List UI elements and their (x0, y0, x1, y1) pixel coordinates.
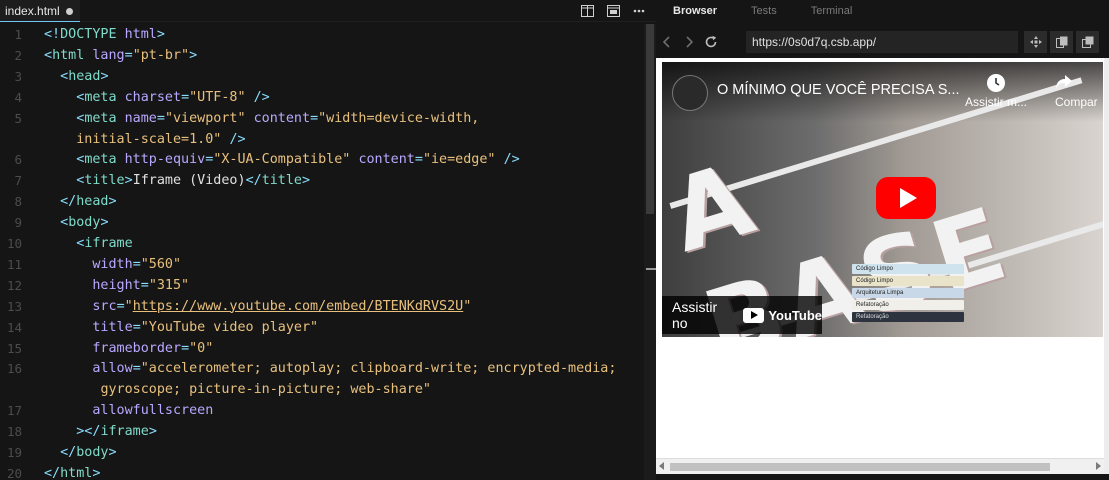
line-number: 13 (6, 298, 22, 314)
code-text[interactable]: title="YouTube video player" (44, 317, 318, 338)
code-text[interactable]: <head> (44, 66, 108, 87)
line-number: 17 (6, 403, 22, 419)
tab-tests[interactable]: Tests (734, 5, 794, 17)
pane-splitter-handle[interactable] (646, 268, 656, 270)
youtube-iframe[interactable]: A BASE Código Limpo Código Limpo Arquitetu… (662, 62, 1103, 337)
line-number: 19 (6, 445, 22, 460)
arrow-right-icon[interactable] (678, 31, 700, 53)
line-number: 16 (6, 361, 22, 377)
editor-actions (580, 0, 646, 22)
code-text[interactable]: <iframe (44, 233, 132, 254)
code-text[interactable]: ></iframe> (44, 421, 157, 442)
code-text[interactable]: <meta charset="UTF-8" /> (44, 87, 270, 108)
line-number: 5 (14, 110, 22, 126)
line-number: 15 (6, 340, 22, 356)
line-number: 12 (6, 277, 22, 293)
line-number: 7 (14, 173, 22, 189)
open-preview-icon[interactable] (606, 4, 620, 18)
book-spine: Código Limpo (852, 276, 964, 286)
split-editor-icon[interactable] (580, 4, 594, 18)
video-title[interactable]: O MÍNIMO QUE VOCÊ PRECISA S... (717, 82, 960, 98)
clock-icon (987, 74, 1005, 92)
code-text[interactable]: src="https://www.youtube.com/embed/BTENK… (44, 296, 471, 317)
viewport-horizontal-scrollbar[interactable] (656, 458, 1104, 474)
browser-viewport: A BASE Código Limpo Código Limpo Arquitetu… (656, 58, 1104, 458)
book-spine: Arquitetura Limpa (852, 288, 964, 298)
line-number: 14 (6, 319, 22, 335)
watch-later-button[interactable]: Assistir m... (964, 74, 1028, 109)
line-number: 20 (6, 465, 22, 480)
more-actions-icon[interactable] (632, 4, 646, 18)
code-text[interactable]: <html lang="pt-br"> (44, 45, 197, 66)
watch-on-youtube-button[interactable]: Assistir no YouTube (662, 296, 822, 334)
scroll-left-icon[interactable] (659, 462, 664, 470)
editor-scroll-thumb[interactable] (646, 24, 654, 214)
code-text[interactable]: <!DOCTYPE html> (44, 24, 165, 45)
line-number: 8 (14, 194, 22, 210)
code-text[interactable]: </html> (44, 463, 100, 480)
share-button[interactable]: Compar (1055, 74, 1098, 109)
tab-terminal[interactable]: Terminal (794, 5, 870, 17)
unsaved-dot-icon[interactable] (66, 8, 73, 15)
line-number: 11 (6, 256, 22, 272)
code-text[interactable]: height="315" (44, 275, 189, 296)
code-text[interactable]: <title>Iframe (Video)</title> (44, 170, 310, 191)
book-spine: Código Limpo (852, 264, 964, 274)
line-number: 2 (14, 47, 22, 63)
code-text[interactable]: </body> (44, 442, 116, 463)
youtube-logo-icon (742, 307, 765, 323)
code-text[interactable]: initial-scale=1.0" /> (44, 129, 245, 150)
book-spine: Refatoração (852, 300, 964, 310)
book-stack: Código Limpo Código Limpo Arquitetura Limp… (852, 262, 964, 332)
line-number: 10 (6, 236, 22, 251)
line-number: 1 (14, 27, 22, 42)
code-text[interactable]: allowfullscreen (44, 400, 213, 421)
code-text[interactable]: allow="accelerometer; autoplay; clipboar… (44, 358, 616, 379)
horizontal-scroll-thumb[interactable] (670, 463, 1050, 471)
share-icon (1055, 74, 1098, 95)
line-number: 9 (14, 215, 22, 231)
viewport-vertical-scrollbar[interactable] (1104, 58, 1109, 474)
line-number: 6 (14, 152, 22, 168)
book-spine: Refatoração (852, 312, 964, 322)
preview-tabs: Browser Tests Terminal (656, 0, 1109, 22)
line-number: 4 (14, 89, 22, 105)
code-text[interactable]: width="560" (44, 254, 181, 275)
reload-icon[interactable] (700, 31, 722, 53)
tab-browser[interactable]: Browser (656, 5, 734, 17)
youtube-wordmark: YouTube (768, 307, 822, 323)
watch-later-label: Assistir m... (965, 95, 1027, 109)
code-editor: index.html 1 <!DOCTYPE html> 2 <html lang="… (0, 0, 656, 480)
code-text[interactable]: gyroscope; picture-in-picture; web-share… (44, 379, 431, 400)
split-view-icon[interactable] (1050, 31, 1073, 53)
line-number: 3 (14, 68, 22, 84)
channel-avatar[interactable] (672, 75, 708, 111)
code-text[interactable]: <meta http-equiv="X-UA-Compatible" conte… (44, 149, 519, 170)
browser-action-icons (1024, 31, 1099, 53)
watch-on-label: Assistir no (672, 299, 718, 331)
move-icon[interactable] (1024, 31, 1047, 53)
play-button[interactable] (876, 177, 936, 219)
editor-tab-bar: index.html (0, 0, 656, 22)
scroll-right-icon[interactable] (1096, 462, 1101, 470)
share-label: Compar (1055, 95, 1098, 109)
editor-vertical-scrollbar[interactable] (644, 24, 656, 480)
open-new-window-icon[interactable] (1076, 31, 1099, 53)
tab-filename: index.html (5, 3, 60, 18)
code-area[interactable]: 1 <!DOCTYPE html> 2 <html lang="pt-br"> 3 <h… (0, 24, 644, 480)
browser-nav-bar: https://0s0d7q.csb.app/ (656, 31, 1109, 53)
line-number: 18 (6, 424, 22, 440)
code-text[interactable]: <body> (44, 212, 108, 233)
code-text[interactable]: <meta name="viewport" content="width=dev… (44, 108, 479, 129)
play-icon (899, 188, 917, 208)
arrow-left-icon[interactable] (656, 31, 678, 53)
preview-pane: Browser Tests Terminal https://0s0d7q.csb.… (656, 0, 1109, 480)
code-text[interactable]: frameborder="0" (44, 338, 213, 359)
code-text[interactable]: </head> (44, 191, 116, 212)
address-bar[interactable]: https://0s0d7q.csb.app/ (746, 31, 1018, 53)
tab-index-html[interactable]: index.html (0, 0, 80, 22)
